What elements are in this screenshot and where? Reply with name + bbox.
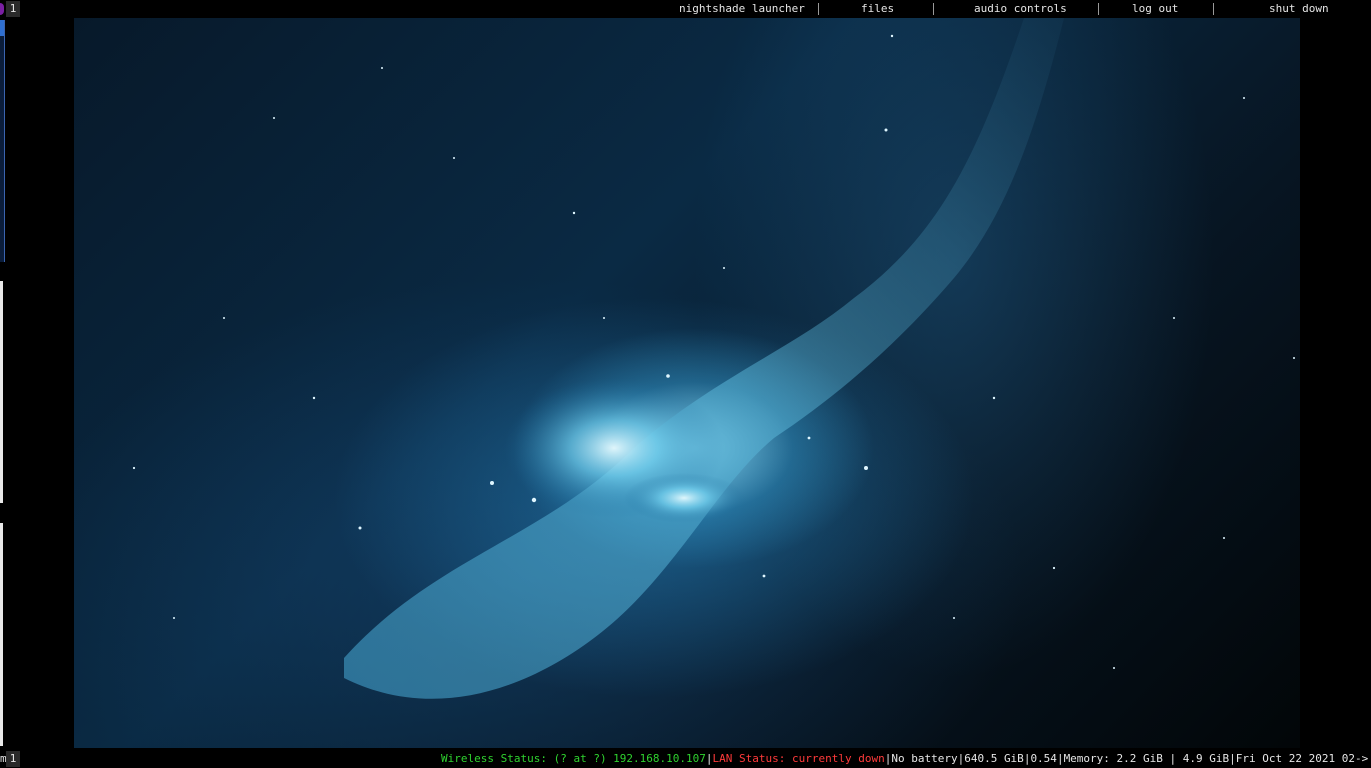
status-separator: | <box>705 752 713 765</box>
workspace-tag-bottom[interactable]: 1 <box>6 751 20 767</box>
menu-separator <box>1098 3 1099 15</box>
status-line: Wireless Status: (? at ?) 192.168.10.107… <box>441 750 1371 768</box>
menu-item-log-out[interactable]: log out <box>1132 0 1178 18</box>
menu-item-audio-controls[interactable]: audio controls <box>974 0 1067 18</box>
side-window-edge[interactable] <box>0 281 3 503</box>
status-separator: | <box>1056 752 1064 765</box>
menu-item-shut-down[interactable]: shut down <box>1269 0 1329 18</box>
workspace-indicator-icon <box>0 3 4 15</box>
nebula-image <box>132 18 1295 699</box>
menu-separator <box>1213 3 1214 15</box>
menu-item-files[interactable]: files <box>861 0 894 18</box>
battery-status: No battery <box>891 752 958 765</box>
menu-item-nightshade-launcher[interactable]: nightshade launcher <box>679 0 805 18</box>
status-separator: | <box>1229 752 1236 765</box>
desktop: 1 nightshade launcher files audio contro… <box>0 0 1371 768</box>
datetime-status: Fri Oct 22 2021 02-> 2:17:25 am <box>1235 752 1371 765</box>
menu-separator <box>933 3 934 15</box>
top-bar: 1 nightshade launcher files audio contro… <box>0 0 1371 18</box>
desktop-wallpaper <box>74 18 1300 748</box>
side-window-edge[interactable] <box>0 523 3 746</box>
disk-status: 640.5 GiB <box>964 752 1024 765</box>
lan-status: LAN Status: currently down <box>712 752 885 765</box>
bottom-status-bar: m 1 Wireless Status: (? at ?) 192.168.10… <box>0 750 1371 768</box>
workspace-tag[interactable]: 1 <box>6 1 20 17</box>
memory-status: Memory: 2.2 GiB | 4.9 GiB <box>1063 752 1230 765</box>
menu-separator <box>818 3 819 15</box>
wireless-status: Wireless Status: (? at ?) 192.168.10.107 <box>441 752 706 765</box>
load-status: 0.54 <box>1030 752 1057 765</box>
side-window-edge[interactable] <box>0 20 5 262</box>
